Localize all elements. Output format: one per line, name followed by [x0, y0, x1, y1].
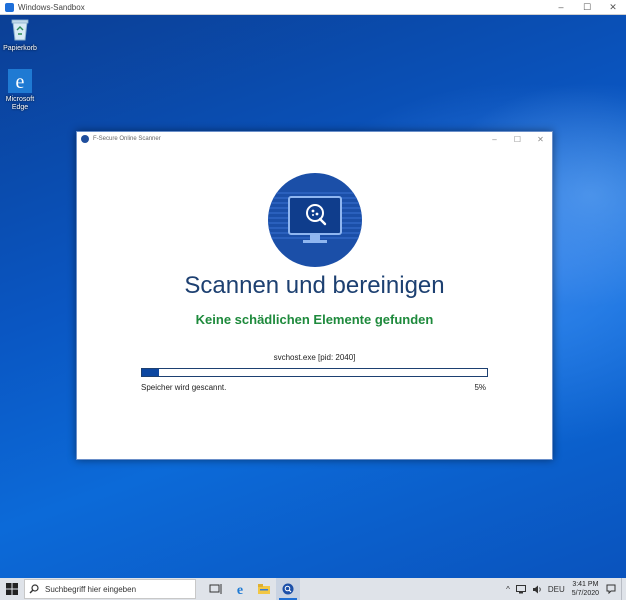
notifications-icon[interactable] [606, 584, 616, 594]
svg-text:e: e [16, 71, 25, 93]
input-language[interactable]: DEU [548, 585, 565, 594]
progress-label: Speicher wird gescannt. [141, 383, 227, 392]
app-window: F-Secure Online Scanner – ☐ ✕ Scannen un… [76, 131, 553, 460]
monitor-scan-icon [268, 173, 362, 267]
recycle-bin-icon [7, 17, 33, 43]
app-title: F-Secure Online Scanner [93, 136, 161, 142]
taskbar: Suchbegriff hier eingeben e ^ DEU 3:41 P… [0, 578, 626, 600]
search-placeholder: Suchbegriff hier eingeben [45, 584, 137, 594]
app-window-controls: – ☐ ✕ [483, 132, 552, 146]
svg-text:e: e [237, 583, 243, 596]
desktop-icon-label: Microsoft Edge [5, 96, 35, 111]
app-maximize-button[interactable]: ☐ [506, 132, 529, 146]
taskbar-edge-button[interactable]: e [228, 578, 252, 600]
edge-icon: e [237, 583, 243, 596]
clock-time: 3:41 PM [572, 581, 599, 588]
desktop-icon-label: Papierkorb [3, 45, 37, 52]
task-view-button[interactable] [204, 578, 228, 600]
sandbox-minimize-button[interactable]: – [548, 0, 574, 14]
desktop-icon-edge[interactable]: e Microsoft Edge [2, 68, 38, 112]
sandbox-title: Windows-Sandbox [18, 2, 85, 12]
progress-bar-fill [142, 369, 160, 376]
taskbar-file-explorer-button[interactable] [252, 578, 276, 600]
search-icon [29, 584, 43, 594]
app-minimize-button[interactable]: – [483, 132, 506, 146]
sandbox-titlebar: Windows-Sandbox – ☐ ✕ [0, 0, 626, 15]
taskbar-search[interactable]: Suchbegriff hier eingeben [24, 579, 196, 599]
app-close-button[interactable]: ✕ [529, 132, 552, 146]
volume-icon[interactable] [532, 585, 542, 594]
windows-logo-icon [6, 583, 18, 595]
current-process: svchost.exe [pid: 2040] [273, 353, 356, 362]
sandbox-app-icon [5, 2, 14, 12]
desktop-icon-recycle-bin[interactable]: Papierkorb [2, 17, 38, 53]
scan-status: Keine schädlichen Elemente gefunden [195, 312, 434, 327]
taskbar-f-secure-button[interactable] [276, 578, 300, 600]
show-desktop-button[interactable] [621, 578, 626, 600]
file-explorer-icon [258, 584, 270, 594]
tray-overflow-chevron-icon[interactable]: ^ [506, 585, 510, 594]
start-button[interactable] [0, 578, 24, 600]
sandbox-maximize-button[interactable]: ☐ [574, 0, 600, 14]
f-secure-icon [282, 583, 294, 595]
clock[interactable]: 3:41 PM 5/7/2020 [572, 580, 599, 598]
system-tray: ^ DEU 3:41 PM 5/7/2020 [503, 578, 626, 600]
edge-icon: e [7, 68, 33, 94]
sandbox-window-controls: – ☐ ✕ [548, 0, 626, 14]
app-titlebar: F-Secure Online Scanner – ☐ ✕ [77, 132, 552, 146]
clock-date: 5/7/2020 [571, 590, 599, 597]
task-view-icon [209, 584, 222, 594]
progress-percent: 5% [474, 383, 486, 392]
f-secure-app-icon [81, 135, 89, 143]
page-title: Scannen und bereinigen [184, 272, 445, 299]
sandbox-close-button[interactable]: ✕ [600, 0, 626, 14]
progress-bar [141, 368, 488, 377]
network-icon[interactable] [515, 584, 526, 594]
